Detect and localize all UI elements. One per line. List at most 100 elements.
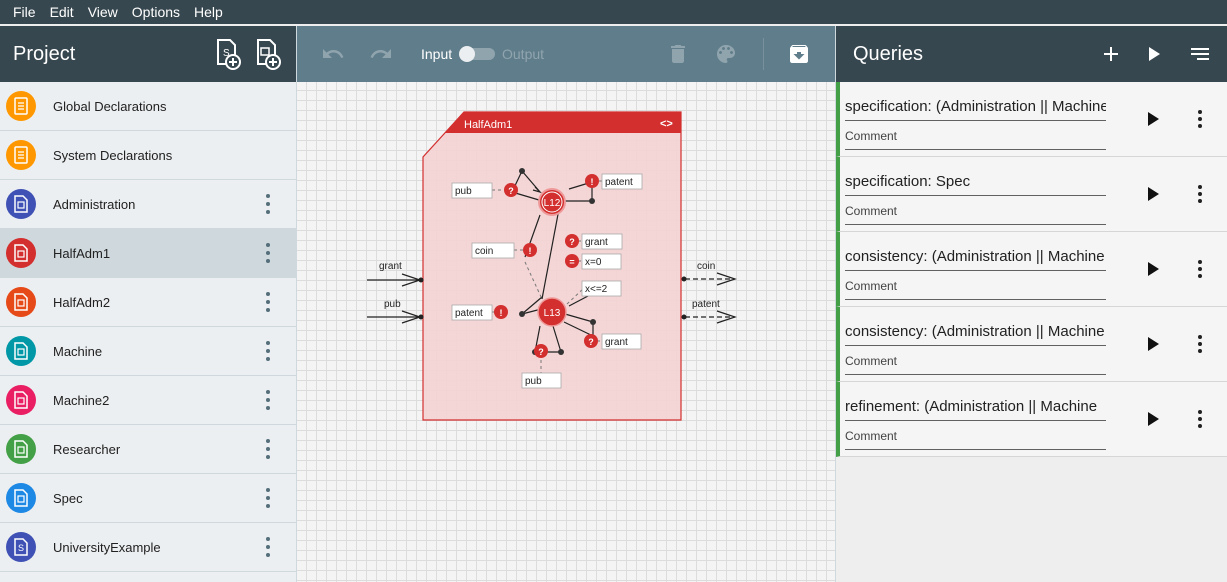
menu-options[interactable]: Options	[125, 0, 187, 24]
output-signature-patent	[685, 310, 737, 324]
project-item[interactable]: HalfAdm1	[0, 229, 296, 278]
query-input[interactable]: specification: (Administration || Machin…	[845, 98, 1106, 121]
nail-input-grant-right[interactable]: ?	[584, 334, 598, 348]
query-comment-input[interactable]: Comment	[845, 204, 1106, 225]
run-query-button[interactable]	[1143, 333, 1163, 355]
project-item[interactable]: Spec	[0, 474, 296, 523]
edge-label-patent-top: patent	[605, 177, 633, 188]
undo-button[interactable]	[321, 42, 345, 66]
query-comment-input[interactable]: Comment	[845, 279, 1106, 300]
redo-icon	[370, 49, 391, 58]
menu-view[interactable]: View	[81, 0, 125, 24]
run-query-button[interactable]	[1143, 183, 1163, 205]
location-label-l13: L13	[544, 308, 561, 319]
more-options-icon[interactable]	[264, 243, 272, 263]
input-signature-pub	[367, 310, 422, 324]
project-item-label: HalfAdm1	[53, 245, 111, 261]
play-icon	[1148, 112, 1159, 126]
query-comment-input[interactable]: Comment	[845, 429, 1106, 450]
archive-button[interactable]	[787, 42, 811, 66]
more-options-icon[interactable]	[264, 488, 272, 508]
menu-edit[interactable]: Edit	[43, 0, 81, 24]
more-options-icon[interactable]	[264, 537, 272, 557]
more-options-icon[interactable]	[264, 194, 272, 214]
more-options-icon[interactable]	[1196, 110, 1204, 128]
project-item[interactable]: Global Declarations	[0, 82, 296, 131]
nail-output-patent-top[interactable]: !	[585, 174, 599, 188]
project-item-label: Machine	[53, 343, 103, 359]
output-label-patent: patent	[692, 299, 720, 310]
nail-input-grant-mid[interactable]: ?	[565, 234, 579, 248]
project-item-label: System Declarations	[53, 147, 173, 163]
query-input[interactable]: consistency: (Administration || Machine	[845, 248, 1106, 271]
more-options-icon[interactable]	[264, 341, 272, 361]
more-options-icon[interactable]	[1196, 410, 1204, 428]
svg-text:!: !	[529, 246, 532, 256]
project-item[interactable]: Administration	[0, 180, 296, 229]
project-item-label: Administration	[53, 196, 136, 212]
add-system-button[interactable]: S	[215, 38, 243, 70]
nail-input-pub-top[interactable]: ?	[504, 183, 518, 197]
run-all-queries-button[interactable]	[1141, 42, 1165, 66]
project-item[interactable]: System Declarations	[0, 131, 296, 180]
query-list: specification: (Administration || Machin…	[836, 82, 1227, 457]
output-mode-label: Output	[502, 46, 545, 62]
input-output-toggle[interactable]	[458, 46, 496, 62]
query-comment-input[interactable]: Comment	[845, 129, 1106, 150]
location-label-l12: L12	[544, 198, 561, 209]
project-list: Global Declarations System Declarations Ad…	[0, 82, 296, 572]
query-item: specification: (Administration || Machin…	[836, 82, 1227, 157]
queries-header: Queries	[836, 26, 1227, 82]
query-item: refinement: (Administration || Machine Co…	[836, 382, 1227, 457]
component-icon	[6, 483, 36, 513]
more-options-icon[interactable]	[1196, 185, 1204, 203]
more-options-icon[interactable]	[1196, 335, 1204, 353]
palette-icon	[717, 45, 735, 63]
location-l13[interactable]: L13	[537, 297, 567, 327]
run-query-button[interactable]	[1143, 108, 1163, 130]
query-input[interactable]: consistency: (Administration || Machine	[845, 323, 1106, 346]
sort-queries-button[interactable]	[1188, 42, 1212, 66]
component-icon	[6, 385, 36, 415]
play-icon	[1148, 262, 1159, 276]
nail-output-coin[interactable]: !	[523, 243, 537, 257]
more-options-icon[interactable]	[1196, 260, 1204, 278]
menu-help[interactable]: Help	[187, 0, 230, 24]
menu-file[interactable]: File	[0, 0, 43, 24]
svg-text:=: =	[569, 257, 574, 267]
project-item[interactable]: Researcher	[0, 425, 296, 474]
query-input[interactable]: specification: Spec	[845, 173, 1106, 196]
project-item[interactable]: Machine2	[0, 376, 296, 425]
edge-label-patent-left: patent	[455, 308, 483, 319]
add-query-button[interactable]	[1099, 42, 1123, 66]
more-options-icon[interactable]	[264, 292, 272, 312]
edge-label-grant-mid: grant	[585, 237, 608, 248]
component-canvas[interactable]: Input Output HalfAdm1 <> grant pub coin …	[297, 26, 835, 582]
project-item[interactable]: S UniversityExample	[0, 523, 296, 572]
edge-label-x-reset: x=0	[585, 257, 602, 268]
svg-text:S: S	[18, 543, 24, 553]
toolbar-divider	[763, 38, 764, 70]
run-query-button[interactable]	[1143, 408, 1163, 430]
expand-collapse-icon[interactable]: <>	[660, 118, 673, 130]
nail-input-pub-bottom[interactable]: ?	[534, 344, 548, 358]
run-query-button[interactable]	[1143, 258, 1163, 280]
location-l12[interactable]: L12	[538, 188, 566, 216]
color-button[interactable]	[714, 42, 738, 66]
sort-icon	[1191, 48, 1209, 60]
redo-button[interactable]	[369, 42, 393, 66]
nail-output-patent-left[interactable]: !	[494, 305, 508, 319]
add-component-button[interactable]	[255, 38, 283, 70]
more-options-icon[interactable]	[264, 439, 272, 459]
query-comment-input[interactable]: Comment	[845, 354, 1106, 375]
project-item[interactable]: Machine	[0, 327, 296, 376]
component-icon	[6, 336, 36, 366]
more-options-icon[interactable]	[264, 390, 272, 410]
delete-button[interactable]	[666, 42, 690, 66]
project-item[interactable]: HalfAdm2	[0, 278, 296, 327]
query-input[interactable]: refinement: (Administration || Machine	[845, 398, 1106, 421]
system-icon: S	[6, 532, 36, 562]
query-item: consistency: (Administration || Machine C…	[836, 232, 1227, 307]
nail-update-x-reset[interactable]: =	[565, 254, 579, 268]
svg-text:?: ?	[508, 186, 514, 196]
